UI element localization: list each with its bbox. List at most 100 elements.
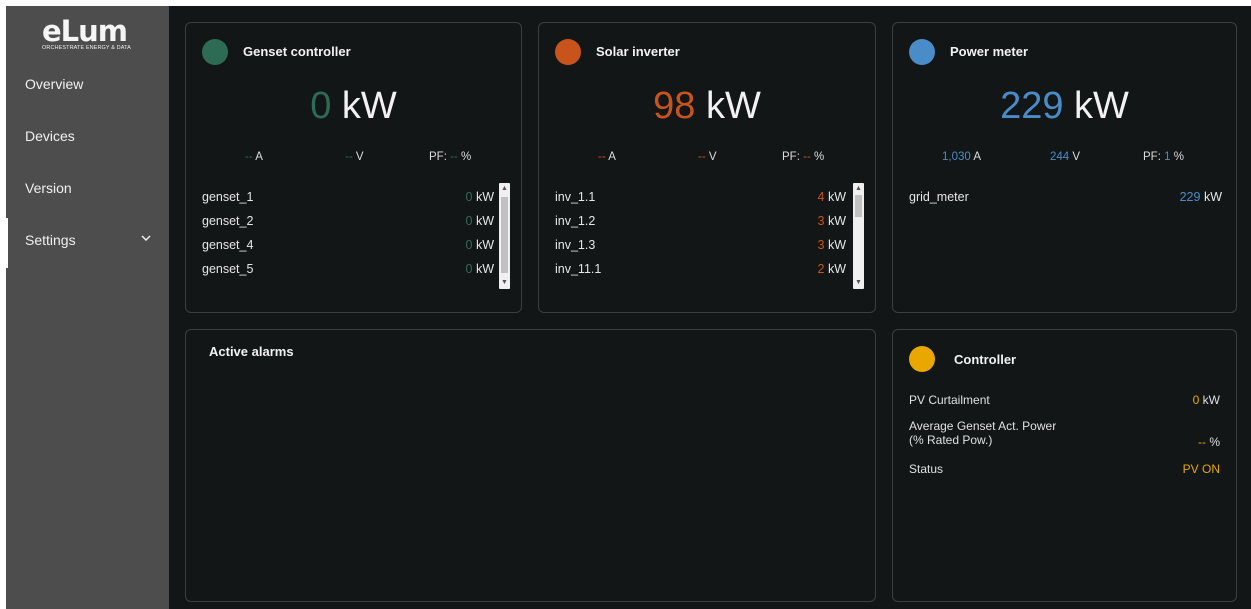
status-value: PV ON <box>1182 462 1220 476</box>
device-unit: kW <box>827 190 846 204</box>
genset-total-power: 0 kW <box>186 85 521 128</box>
nav-item-version[interactable]: Version <box>6 173 169 203</box>
meter-status-dot <box>909 39 935 65</box>
nav-item-label: Version <box>25 180 72 196</box>
device-power: 4 kW <box>818 185 847 209</box>
avg-genset-power-row: Average Genset Act. Power (% Rated Pow.)… <box>909 419 1220 449</box>
solar-device-list[interactable]: inv_1.1 4 kW inv_1.2 3 kW inv_1.3 3 kW inv_… <box>555 181 846 289</box>
current-value: 1,030 <box>942 151 971 163</box>
status-row: Status PV ON <box>909 462 1220 476</box>
device-value: 0 <box>465 238 473 252</box>
device-value: 2 <box>817 262 825 276</box>
meter-pf: PF: 1 % <box>1143 151 1184 163</box>
scrollbar-thumb[interactable] <box>501 197 508 273</box>
scroll-up-icon[interactable]: ▲ <box>853 183 864 195</box>
meter-power-value: 229 <box>1000 85 1064 127</box>
list-item[interactable]: genset_5 0 kW <box>202 257 494 281</box>
current-unit: A <box>973 151 982 163</box>
pf-label: PF: <box>1143 151 1161 163</box>
meter-voltage: 244 V <box>1050 151 1080 163</box>
device-name: inv_11.1 <box>555 262 602 276</box>
voltage-value: -- <box>345 151 353 163</box>
device-name: inv_1.1 <box>555 190 596 204</box>
device-power: 0 kW <box>466 233 495 257</box>
solar-title: Solar inverter <box>596 44 680 59</box>
scroll-up-icon[interactable]: ▲ <box>499 183 510 195</box>
solar-voltage: -- V <box>698 151 717 163</box>
logo-tagline: ORCHESTRATE ENERGY & DATA <box>42 45 131 51</box>
list-item[interactable]: inv_1.3 3 kW <box>555 233 846 257</box>
device-value: 3 <box>817 214 825 228</box>
genset-power-unit: kW <box>341 85 397 127</box>
device-power: 0 kW <box>466 257 495 281</box>
elum-logo[interactable]: eLum ORCHESTRATE ENERGY & DATA <box>42 14 142 58</box>
device-name: inv_1.2 <box>555 214 596 228</box>
genset-title: Genset controller <box>243 44 351 59</box>
genset-panel: Genset controller 0 kW -- A -- V PF: -- … <box>185 22 522 313</box>
nav-item-overview[interactable]: Overview <box>6 69 169 99</box>
current-unit: A <box>255 151 263 163</box>
device-value: 0 <box>465 262 473 276</box>
meter-panel: Power meter 229 kW 1,030 A 244 V PF: 1 %… <box>892 22 1237 313</box>
voltage-unit: V <box>355 151 364 163</box>
device-unit: kW <box>827 214 846 228</box>
device-value: 3 <box>817 238 825 252</box>
pf-value: -- <box>450 151 458 163</box>
list-item[interactable]: inv_1.2 3 kW <box>555 209 846 233</box>
chevron-down-icon <box>141 225 151 255</box>
pf-value: 1 <box>1164 151 1171 163</box>
device-power: 2 kW <box>818 257 847 281</box>
meter-total-power: 229 kW <box>893 85 1236 128</box>
device-unit: kW <box>475 262 494 276</box>
solar-total-power: 98 kW <box>539 85 875 128</box>
current-value: -- <box>598 151 606 163</box>
device-name: genset_5 <box>202 262 254 276</box>
scroll-down-icon[interactable]: ▼ <box>853 277 864 289</box>
list-item[interactable]: genset_4 0 kW <box>202 233 494 257</box>
nav-item-devices[interactable]: Devices <box>6 121 169 151</box>
sidebar: eLum ORCHESTRATE ENERGY & DATA Overview … <box>4 6 169 609</box>
list-item[interactable]: inv_1.1 4 kW <box>555 185 846 209</box>
device-name: genset_4 <box>202 238 254 252</box>
list-item[interactable]: genset_1 0 kW <box>202 185 494 209</box>
pf-value: -- <box>803 151 811 163</box>
solar-list-scrollbar[interactable]: ▲ ▼ <box>853 183 864 289</box>
device-power: 3 kW <box>818 233 847 257</box>
meter-current: 1,030 A <box>942 151 981 163</box>
solar-pf: PF: -- % <box>782 151 824 163</box>
nav-item-label: Devices <box>25 128 75 144</box>
meter-device-list[interactable]: grid_meter 229 kW <box>909 181 1222 289</box>
avg-genset-power-value: -- % <box>1198 435 1220 449</box>
device-power: 3 kW <box>818 209 847 233</box>
solar-status-dot <box>555 39 581 65</box>
pv-curtailment-value: 0 kW <box>1193 393 1220 407</box>
pf-unit: % <box>1173 151 1184 163</box>
nav-item-settings[interactable]: Settings <box>6 225 169 255</box>
meter-power-unit: kW <box>1074 85 1129 127</box>
list-item[interactable]: inv_11.1 2 kW <box>555 257 846 281</box>
logo-mark: eLum <box>42 14 128 48</box>
meter-title: Power meter <box>950 44 1029 59</box>
value: -- <box>1197 435 1206 449</box>
scroll-down-icon[interactable]: ▼ <box>499 277 510 289</box>
genset-device-list[interactable]: genset_1 0 kW genset_2 0 kW genset_4 0 kW g… <box>202 181 494 289</box>
controller-status-dot <box>909 346 935 372</box>
nav-item-label: Overview <box>25 76 84 92</box>
list-item[interactable]: genset_2 0 kW <box>202 209 494 233</box>
device-unit: kW <box>475 238 494 252</box>
device-value: 0 <box>465 190 473 204</box>
list-item[interactable]: grid_meter 229 kW <box>909 185 1222 209</box>
scrollbar-thumb[interactable] <box>855 195 862 217</box>
genset-list-scrollbar[interactable]: ▲ ▼ <box>499 183 510 289</box>
value: 0 <box>1192 393 1200 407</box>
alarms-panel: Active alarms <box>185 329 876 602</box>
status-label: Status <box>909 462 944 476</box>
device-name: inv_1.3 <box>555 238 596 252</box>
pv-curtailment-row: PV Curtailment 0 kW <box>909 393 1220 407</box>
device-power: 0 kW <box>466 185 495 209</box>
genset-current: -- A <box>245 151 263 163</box>
pf-label: PF: <box>782 151 800 163</box>
device-value: 4 <box>817 190 825 204</box>
device-name: genset_1 <box>202 190 254 204</box>
genset-status-dot <box>202 39 228 65</box>
